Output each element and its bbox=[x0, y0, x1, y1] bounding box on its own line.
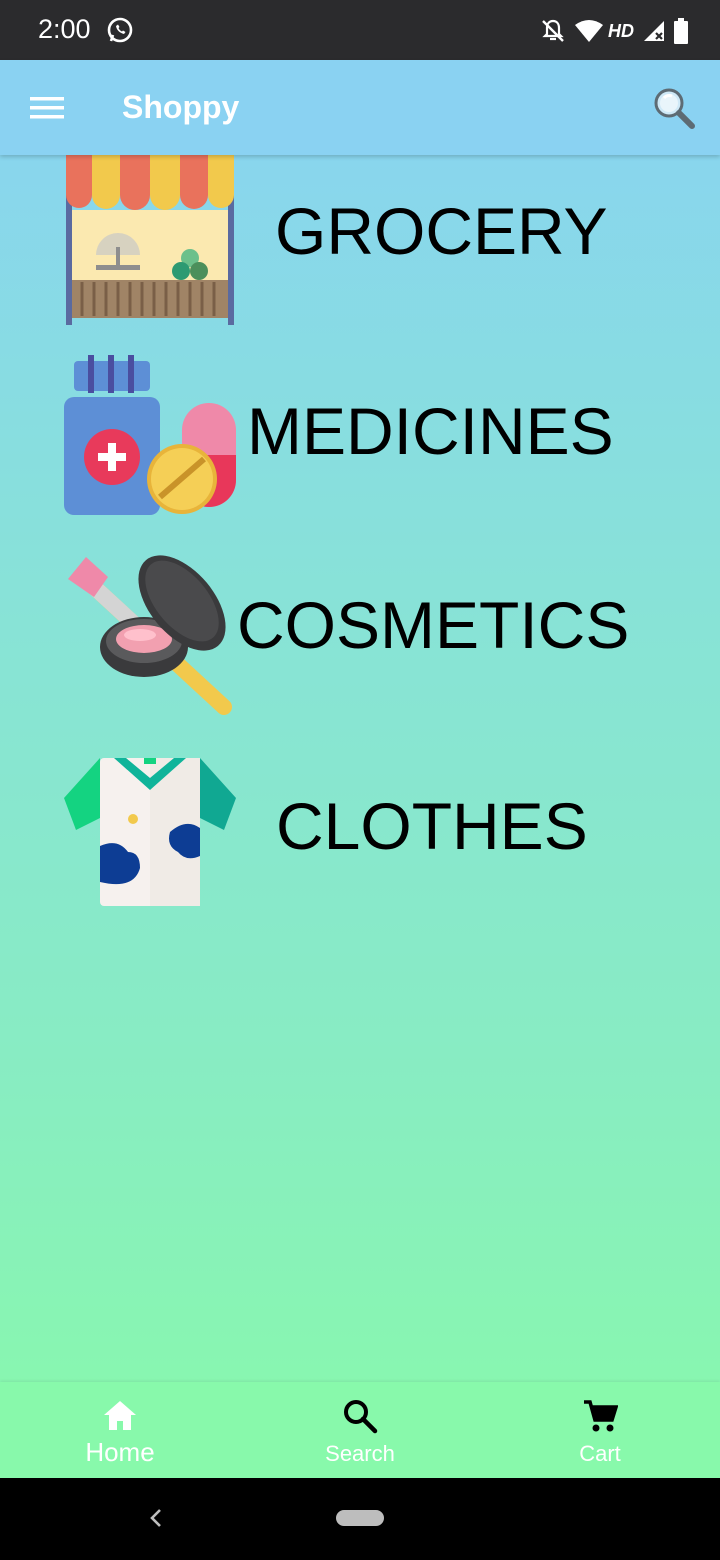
bottom-navigation: Home Search Cart bbox=[0, 1382, 720, 1478]
wifi-icon bbox=[575, 20, 603, 42]
nav-home[interactable]: Home bbox=[0, 1382, 240, 1478]
magnifier-icon[interactable] bbox=[652, 86, 696, 130]
whatsapp-icon bbox=[107, 17, 133, 43]
app-bar: Shoppy bbox=[0, 60, 720, 155]
app-title: Shoppy bbox=[122, 89, 240, 125]
battery-icon bbox=[674, 18, 688, 44]
category-label: COSMETICS bbox=[237, 588, 630, 662]
signal-icon bbox=[644, 21, 664, 41]
category-medicines[interactable]: MEDICINES bbox=[0, 355, 720, 530]
cart-icon bbox=[584, 1400, 618, 1432]
system-navigation-bar bbox=[0, 1478, 720, 1560]
category-clothes[interactable]: CLOTHES bbox=[0, 750, 720, 925]
makeup-compact-brush-icon bbox=[68, 555, 232, 715]
market-stall-icon bbox=[66, 155, 234, 325]
nav-cart[interactable]: Cart bbox=[480, 1382, 720, 1478]
app-content: Shoppy GROCERY MEDICINES COSMETICS CLOTH… bbox=[0, 60, 720, 1478]
hamburger-menu-icon[interactable] bbox=[30, 95, 64, 121]
status-bar: 2:00 HD bbox=[0, 0, 720, 60]
nav-search-label: Search bbox=[325, 1441, 395, 1466]
nav-home-label: Home bbox=[85, 1437, 155, 1467]
category-label: MEDICINES bbox=[247, 394, 614, 468]
home-pill[interactable] bbox=[336, 1510, 384, 1526]
home-icon bbox=[104, 1401, 136, 1430]
nav-search[interactable]: Search bbox=[240, 1382, 480, 1478]
status-time: 2:00 bbox=[38, 14, 91, 44]
search-icon bbox=[344, 1400, 378, 1434]
hd-label: HD bbox=[608, 20, 634, 41]
notifications-off-icon bbox=[542, 19, 564, 42]
category-label: CLOTHES bbox=[276, 789, 588, 863]
back-icon[interactable] bbox=[146, 1506, 166, 1530]
category-grocery[interactable]: GROCERY bbox=[0, 155, 720, 330]
medicine-bottle-pills-icon bbox=[64, 355, 236, 515]
nav-cart-label: Cart bbox=[579, 1441, 621, 1466]
category-cosmetics[interactable]: COSMETICS bbox=[0, 547, 720, 722]
shirt-icon bbox=[64, 758, 236, 906]
category-label: GROCERY bbox=[275, 194, 608, 268]
status-icons: HD bbox=[540, 16, 688, 46]
